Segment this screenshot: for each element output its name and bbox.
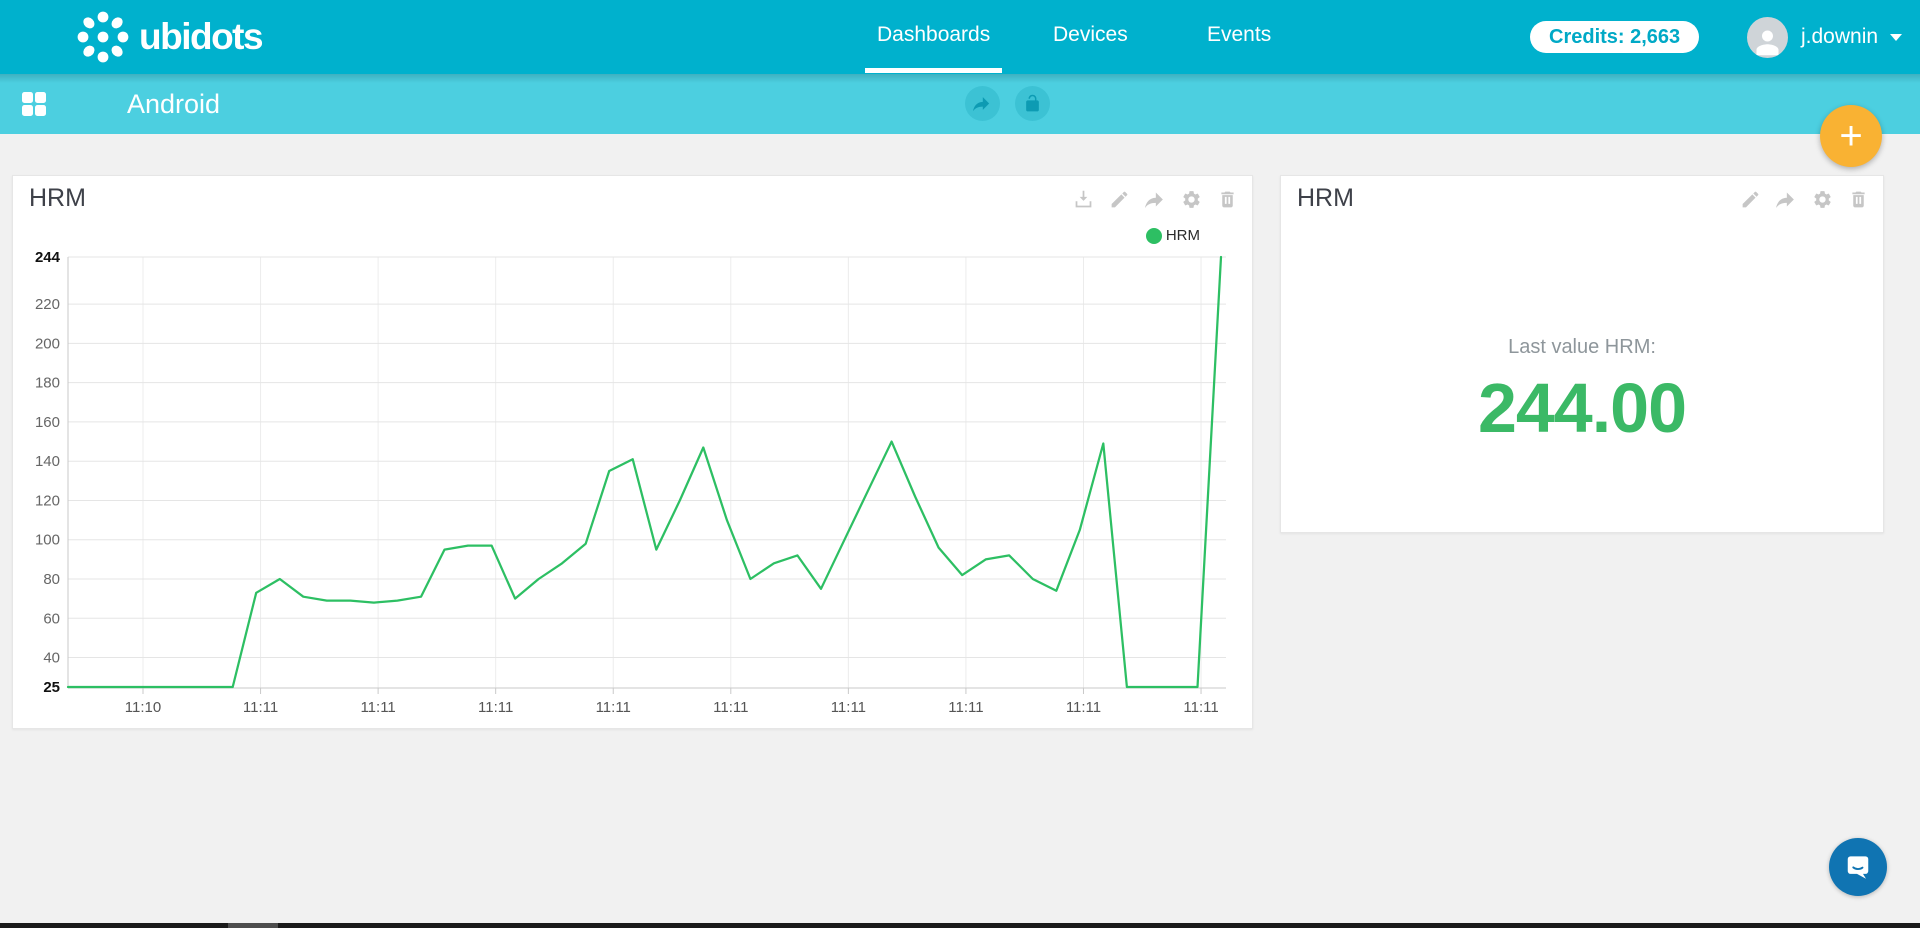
x-axis-label: 11:11 bbox=[478, 699, 513, 716]
user-menu[interactable]: j.downin bbox=[1747, 0, 1902, 74]
x-axis-label: 11:11 bbox=[243, 699, 278, 716]
gear-icon bbox=[1812, 189, 1833, 210]
dashboard-title: Android bbox=[127, 74, 220, 134]
lock-dashboard-button[interactable] bbox=[1015, 86, 1050, 121]
top-navbar: ubidots Dashboards Devices Events Credit… bbox=[0, 0, 1920, 74]
intercom-chat-button[interactable] bbox=[1829, 838, 1887, 896]
y-axis-label: 180 bbox=[35, 375, 60, 392]
lock-open-icon bbox=[1023, 94, 1042, 113]
nav-tab-devices[interactable]: Devices bbox=[1053, 0, 1128, 74]
x-axis-label: 11:11 bbox=[360, 699, 395, 716]
share-icon bbox=[973, 94, 992, 113]
credits-badge[interactable]: Credits: 2,663 bbox=[1530, 21, 1699, 53]
ubidots-logo-icon bbox=[76, 10, 130, 64]
hrm-chart-widget: HRM HRM 11:1011:1111:1111:1111:1111:1111… bbox=[12, 175, 1253, 729]
x-axis-label: 11:10 bbox=[125, 699, 161, 716]
person-icon bbox=[1751, 25, 1784, 58]
share-dashboard-button[interactable] bbox=[965, 86, 1000, 121]
share-button[interactable] bbox=[1776, 189, 1797, 210]
share-icon bbox=[1776, 189, 1797, 210]
x-axis-label: 11:11 bbox=[596, 699, 631, 716]
y-axis-label: 80 bbox=[43, 571, 60, 588]
y-axis-label: 25 bbox=[43, 679, 60, 696]
y-axis-label: 60 bbox=[43, 610, 60, 627]
trash-icon bbox=[1848, 189, 1869, 210]
settings-button[interactable] bbox=[1812, 189, 1833, 210]
y-axis-label: 120 bbox=[35, 492, 60, 509]
x-axis-label: 11:11 bbox=[831, 699, 866, 716]
widget-title: HRM bbox=[1297, 184, 1354, 213]
widget-toolbar bbox=[1740, 189, 1869, 210]
y-axis-label: 40 bbox=[43, 650, 60, 667]
hrm-metric-widget: HRM Last value HRM: 244.00 bbox=[1280, 175, 1884, 533]
chevron-down-icon bbox=[1890, 34, 1902, 41]
avatar bbox=[1747, 17, 1788, 58]
add-widget-button[interactable]: + bbox=[1820, 105, 1882, 167]
dashboards-grid-icon[interactable] bbox=[22, 92, 46, 116]
dashboard-header: Android bbox=[0, 74, 1920, 134]
horizontal-scrollbar[interactable] bbox=[0, 923, 1920, 928]
y-axis-label: 100 bbox=[35, 532, 60, 549]
x-axis-label: 11:11 bbox=[948, 699, 983, 716]
y-axis-label: 200 bbox=[35, 335, 60, 352]
y-axis-label: 140 bbox=[35, 453, 60, 470]
series-line-hrm bbox=[68, 257, 1221, 687]
nav-tab-events[interactable]: Events bbox=[1207, 0, 1271, 74]
y-axis-label: 220 bbox=[35, 296, 60, 313]
nav-tab-dashboards[interactable]: Dashboards bbox=[877, 0, 990, 74]
edit-button[interactable] bbox=[1740, 189, 1761, 210]
y-axis-label: 160 bbox=[35, 414, 60, 431]
last-value-number: 244.00 bbox=[1281, 368, 1883, 448]
chat-bubble-icon bbox=[1843, 852, 1873, 882]
x-axis-label: 11:11 bbox=[1183, 699, 1218, 716]
username: j.downin bbox=[1801, 25, 1878, 49]
ubidots-logo[interactable]: ubidots bbox=[76, 10, 262, 64]
delete-button[interactable] bbox=[1848, 189, 1869, 210]
y-axis-label: 244 bbox=[35, 249, 61, 266]
last-value-label: Last value HRM: bbox=[1281, 336, 1883, 359]
x-axis-label: 11:11 bbox=[713, 699, 748, 716]
scrollbar-thumb[interactable] bbox=[228, 923, 278, 928]
hrm-line-chart: 11:10 11:11 11:11 11:11 11:11 11:11 11:11 11:11… bbox=[13, 176, 1254, 730]
x-axis-label: 11:11 bbox=[1066, 699, 1101, 716]
brand-name: ubidots bbox=[139, 16, 262, 58]
pencil-icon bbox=[1740, 189, 1761, 210]
